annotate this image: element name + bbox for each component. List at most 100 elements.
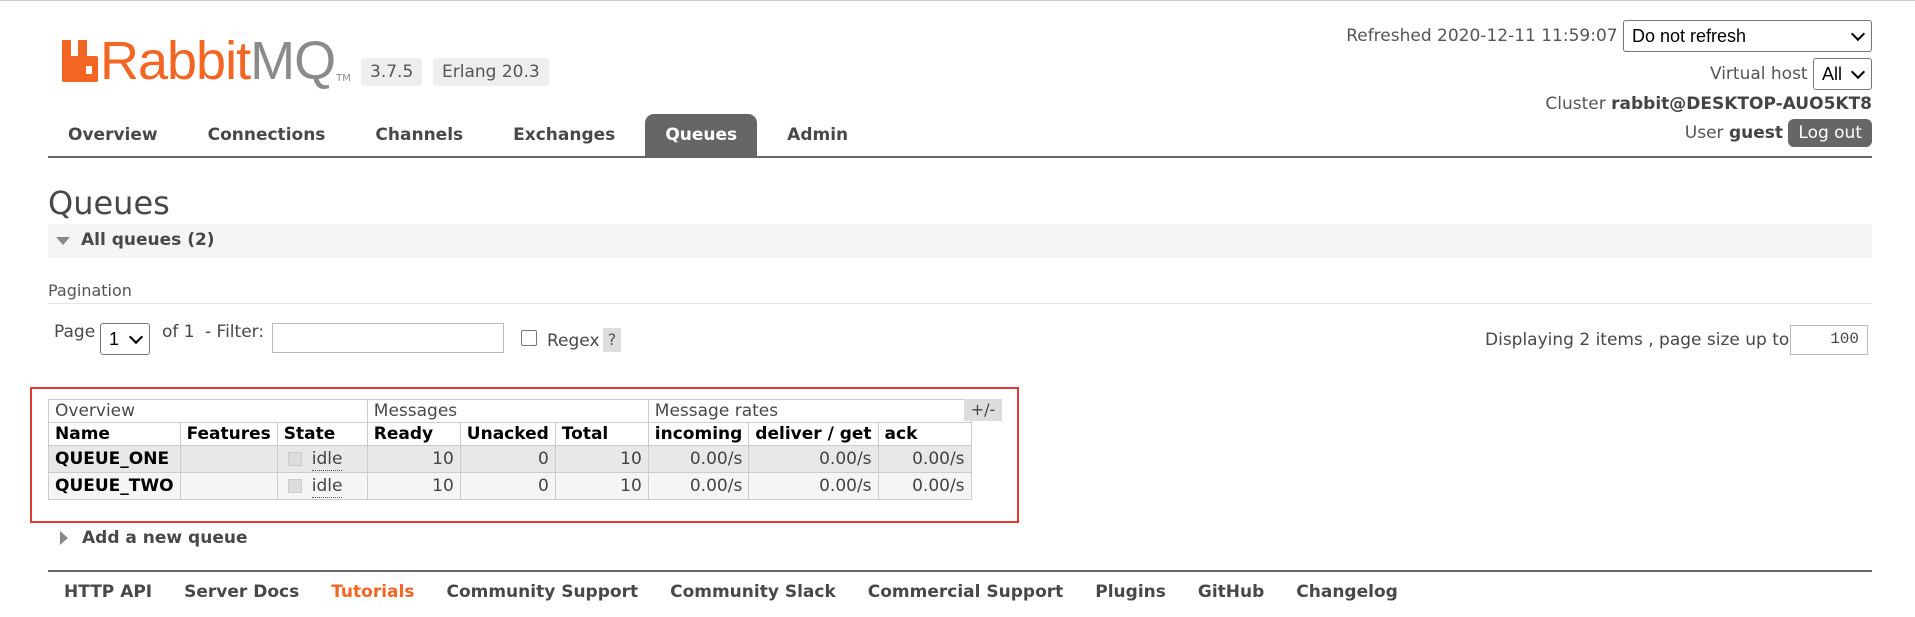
section-title: All queues (2)	[81, 230, 215, 250]
footer-link-community-slack[interactable]: Community Slack	[654, 582, 852, 602]
user-value: guest	[1728, 123, 1783, 143]
chevron-down-icon	[1850, 64, 1866, 79]
cluster-row: Cluster rabbit@DESKTOP-AUO5KT8	[1545, 94, 1872, 114]
footer-link-changelog[interactable]: Changelog	[1280, 582, 1414, 602]
col-incoming[interactable]: incoming	[647, 422, 750, 446]
queue-deliver-get-rate: 0.00/s	[748, 445, 879, 473]
tab-connections[interactable]: Connections	[188, 114, 346, 156]
regex-checkbox[interactable]	[521, 330, 537, 346]
col-name[interactable]: Name	[48, 422, 181, 446]
toggle-columns-button[interactable]: +/-	[964, 399, 1002, 421]
add-new-queue-toggle[interactable]: Add a new queue	[82, 528, 248, 548]
col-total[interactable]: Total	[554, 422, 649, 446]
queue-name-link[interactable]: QUEUE_TWO	[48, 472, 181, 500]
logout-button[interactable]: Log out	[1788, 119, 1872, 147]
regex-help-button[interactable]: ?	[603, 328, 621, 352]
group-overview: Overview	[48, 399, 368, 423]
footer-link-plugins[interactable]: Plugins	[1079, 582, 1182, 602]
tab-queues[interactable]: Queues	[645, 114, 758, 156]
page-select[interactable]: 1	[100, 323, 150, 355]
queue-state: idle	[276, 445, 368, 473]
version-badge: 3.7.5	[361, 58, 423, 86]
displaying-items-label: Displaying 2 items , page size up to:	[1485, 330, 1796, 350]
tab-channels[interactable]: Channels	[355, 114, 483, 156]
queue-name-link[interactable]: QUEUE_ONE	[48, 445, 181, 473]
pagination-label: Pagination	[48, 281, 132, 300]
vhost-label: Virtual host	[1709, 64, 1808, 84]
state-indicator-icon	[287, 479, 302, 493]
erlang-badge: Erlang 20.3	[433, 58, 549, 86]
all-queues-section-toggle[interactable]: All queues (2)	[48, 224, 1872, 258]
footer-divider	[48, 570, 1872, 572]
tabs-divider	[48, 156, 1872, 158]
user-label: User	[1684, 123, 1724, 143]
table-group-header: Overview Messages Message rates	[48, 399, 972, 423]
footer-links: HTTP API Server Docs Tutorials Community…	[48, 582, 1414, 602]
collapse-triangle-icon	[56, 237, 70, 245]
queue-total: 10	[554, 472, 649, 500]
footer-link-server-docs[interactable]: Server Docs	[168, 582, 315, 602]
cluster-label: Cluster	[1545, 94, 1606, 114]
table-row[interactable]: QUEUE_ONE idle 10 0 10 0.00/s 0.00/s 0.0…	[48, 445, 972, 473]
page-select-value: 1	[109, 328, 120, 349]
footer-link-commercial-support[interactable]: Commercial Support	[852, 582, 1080, 602]
footer-link-http-api[interactable]: HTTP API	[48, 582, 168, 602]
col-unacked[interactable]: Unacked	[459, 422, 556, 446]
chevron-down-icon	[128, 329, 144, 344]
cluster-value: rabbit@DESKTOP-AUO5KT8	[1611, 94, 1872, 114]
footer-link-tutorials[interactable]: Tutorials	[315, 582, 430, 602]
page-size-input[interactable]: 100	[1790, 325, 1868, 355]
state-indicator-icon	[287, 452, 302, 466]
footer-link-community-support[interactable]: Community Support	[430, 582, 654, 602]
queue-features	[179, 445, 278, 473]
pagination-divider	[48, 303, 1872, 304]
queue-deliver-get-rate: 0.00/s	[748, 472, 879, 500]
logo-text-rabbit: Rabbit	[100, 31, 251, 91]
queue-ack-rate: 0.00/s	[877, 472, 972, 500]
tab-admin[interactable]: Admin	[767, 114, 868, 156]
queues-table: Overview Messages Message rates Name Fea…	[48, 399, 972, 500]
queue-ready: 10	[366, 445, 461, 473]
queue-unacked: 0	[459, 472, 556, 500]
footer-link-github[interactable]: GitHub	[1182, 582, 1280, 602]
col-state[interactable]: State	[276, 422, 368, 446]
queue-total: 10	[554, 445, 649, 473]
regex-label: Regex	[547, 331, 600, 351]
chevron-down-icon	[1850, 26, 1866, 41]
refreshed-label: Refreshed 2020-12-11 11:59:07	[1346, 26, 1618, 46]
queue-state: idle	[276, 472, 368, 500]
queue-unacked: 0	[459, 445, 556, 473]
main-nav-tabs: Overview Connections Channels Exchanges …	[48, 114, 878, 156]
table-row[interactable]: QUEUE_TWO idle 10 0 10 0.00/s 0.00/s 0.0…	[48, 472, 972, 500]
refresh-row: Refreshed 2020-12-11 11:59:07 Do not ref…	[1346, 20, 1872, 52]
tab-exchanges[interactable]: Exchanges	[493, 114, 635, 156]
queue-incoming-rate: 0.00/s	[647, 472, 750, 500]
rabbitmq-logo[interactable]: Rabbit MQ TM	[60, 31, 351, 91]
queue-features	[179, 472, 278, 500]
col-deliver-get[interactable]: deliver / get	[748, 422, 879, 446]
expand-triangle-icon	[60, 531, 68, 545]
refresh-select[interactable]: Do not refresh	[1623, 20, 1872, 52]
queue-incoming-rate: 0.00/s	[647, 445, 750, 473]
state-text: idle	[311, 449, 343, 471]
col-features[interactable]: Features	[179, 422, 278, 446]
group-message-rates: Message rates	[647, 399, 972, 423]
tab-overview[interactable]: Overview	[48, 114, 178, 156]
vhost-select-value: All	[1822, 63, 1843, 84]
col-ack[interactable]: ack	[877, 422, 972, 446]
top-border	[0, 0, 1915, 1]
queue-ack-rate: 0.00/s	[877, 445, 972, 473]
table-column-header: Name Features State Ready Unacked Total …	[48, 422, 972, 446]
user-row: User guest Log out	[1685, 119, 1872, 147]
col-ready[interactable]: Ready	[366, 422, 461, 446]
queue-ready: 10	[366, 472, 461, 500]
page-title: Queues	[48, 184, 170, 222]
filter-input[interactable]	[272, 323, 504, 353]
state-text: idle	[311, 476, 343, 498]
rabbit-logo-icon	[62, 40, 98, 82]
logo-trademark: TM	[336, 73, 351, 84]
vhost-select[interactable]: All	[1813, 58, 1872, 90]
page-label: Page	[54, 322, 96, 342]
vhost-row: Virtual host All	[1710, 58, 1872, 90]
filter-label: - Filter:	[205, 322, 265, 342]
